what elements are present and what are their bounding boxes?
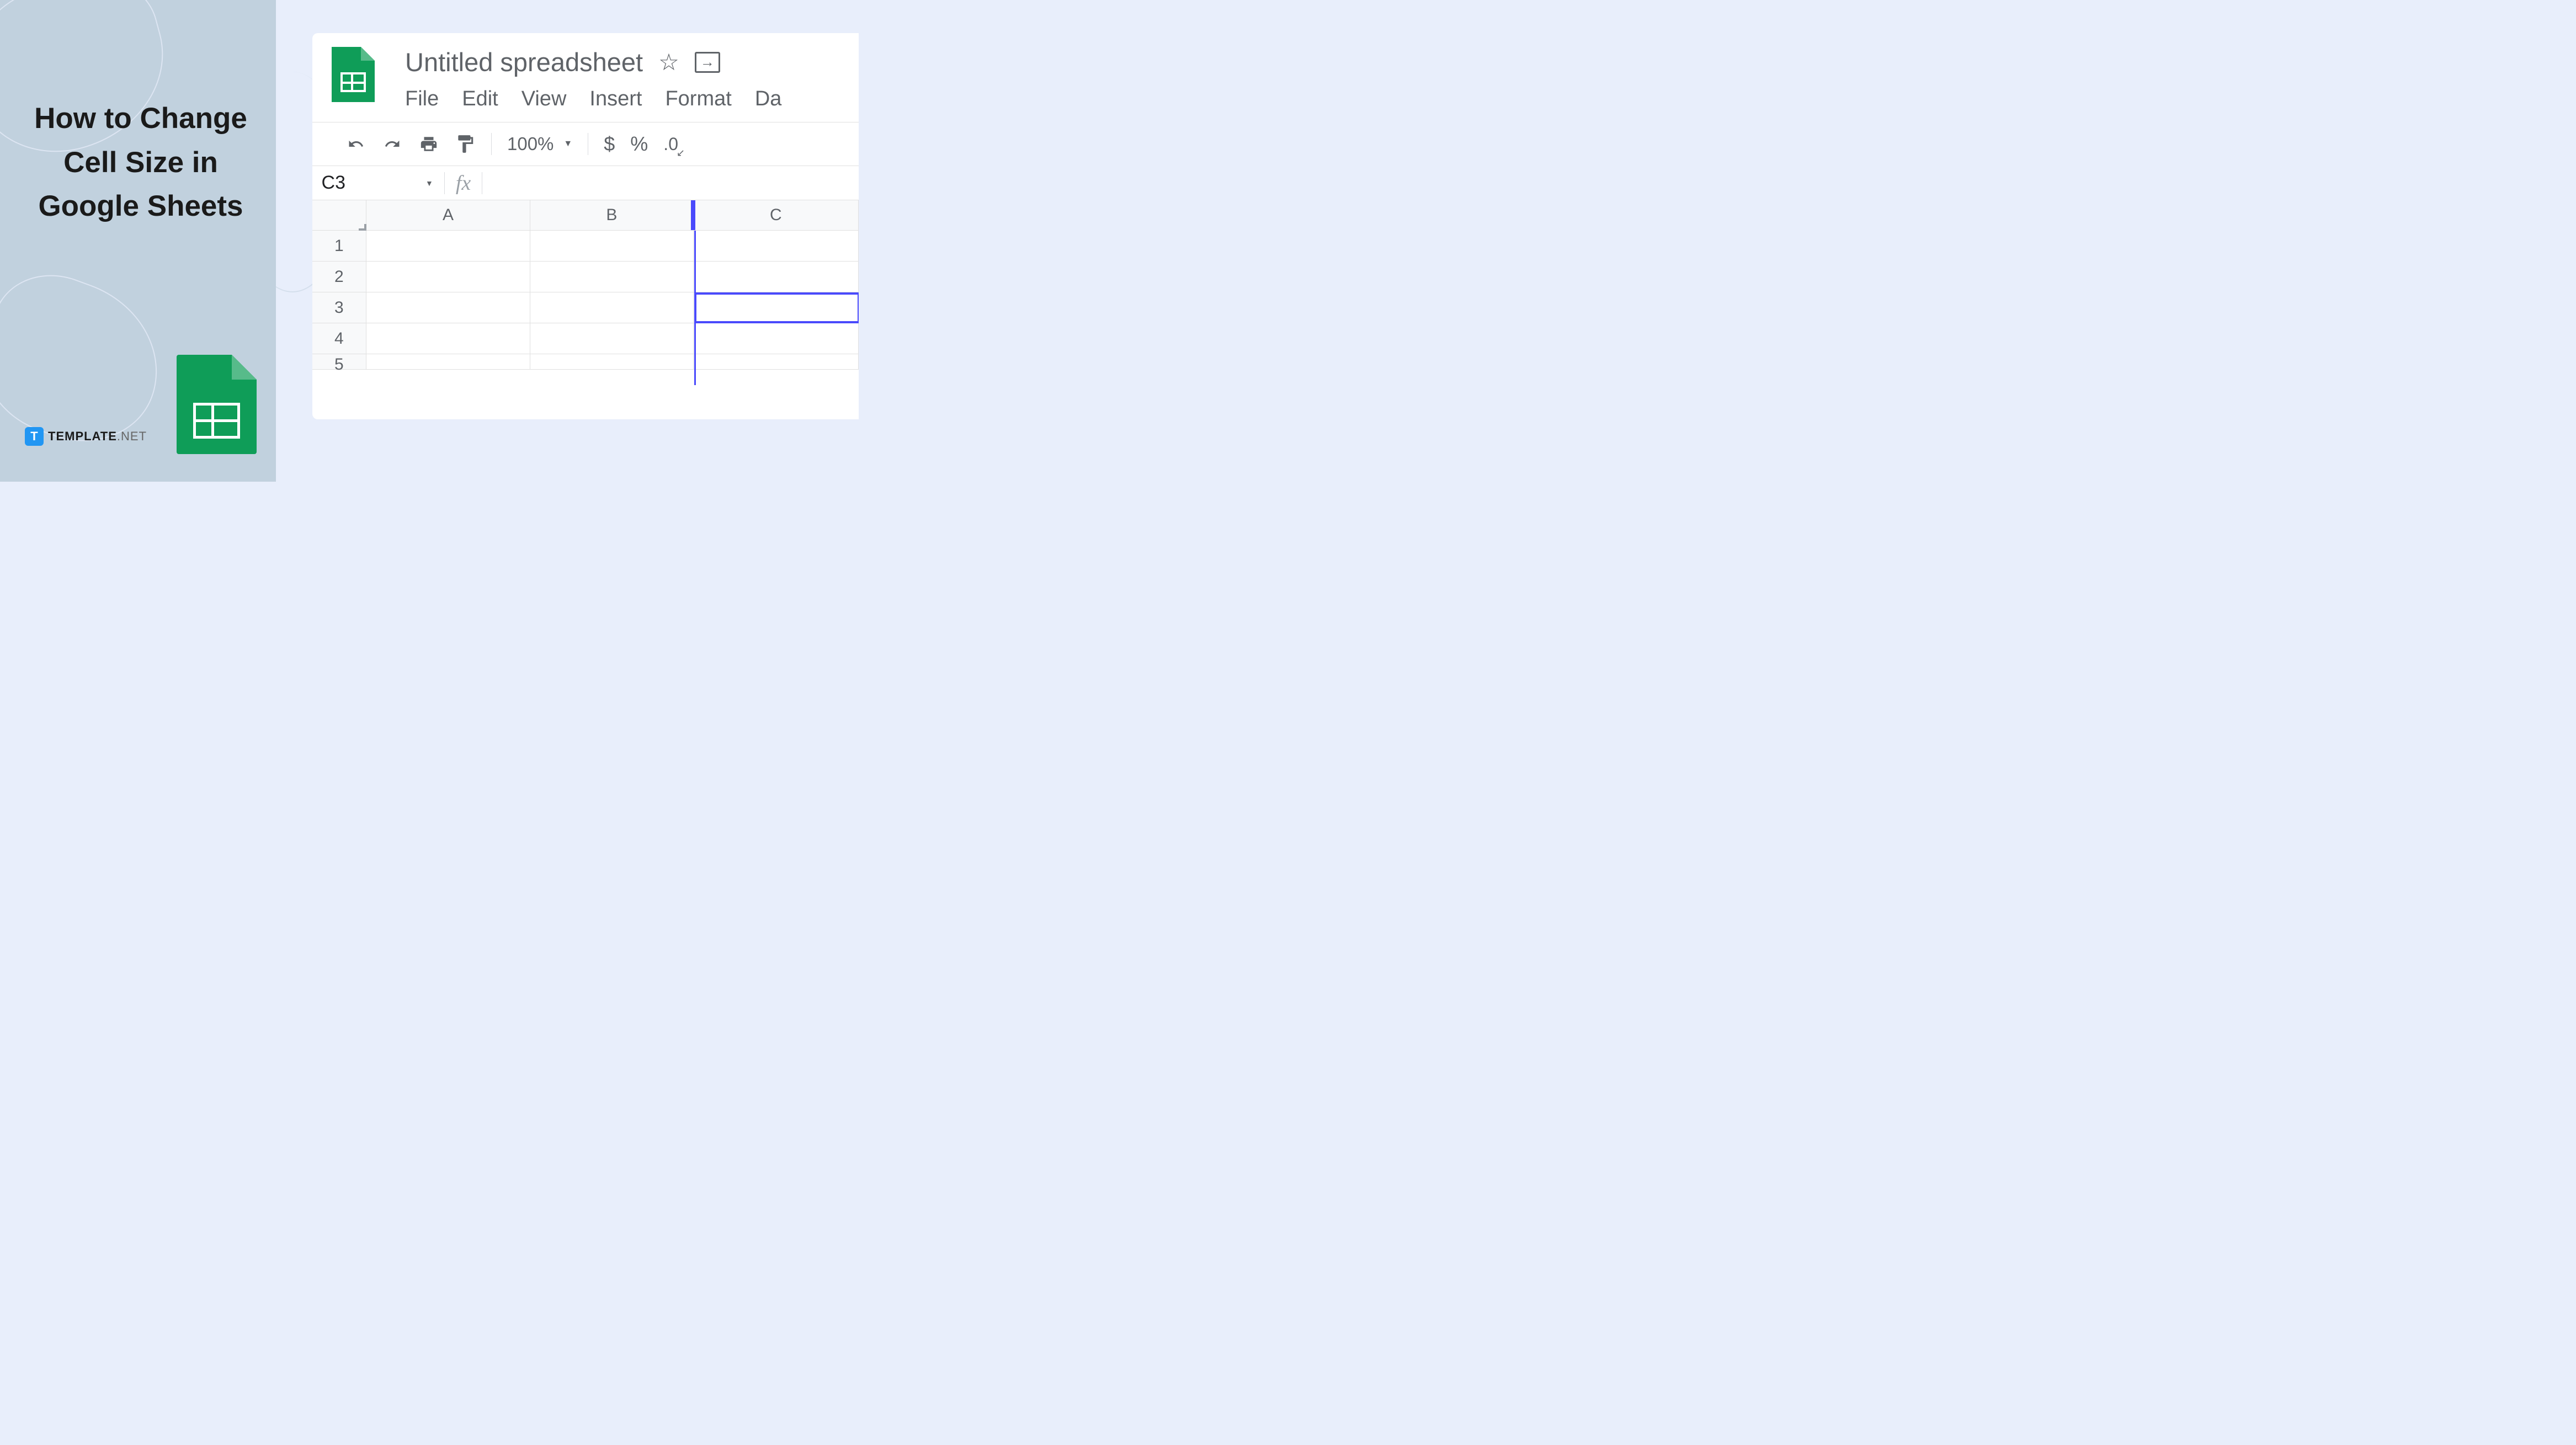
zoom-control[interactable]: 100% ▼ (507, 134, 572, 154)
menu-file[interactable]: File (405, 87, 439, 111)
cell-c4[interactable] (694, 323, 859, 354)
app-header: Untitled spreadsheet ☆ File Edit View In… (312, 33, 859, 111)
grid-row: 4 (312, 323, 859, 354)
toolbar-divider (491, 133, 492, 155)
redo-icon[interactable] (382, 136, 403, 152)
cell-c1[interactable] (694, 231, 859, 262)
menu-view[interactable]: View (521, 87, 567, 111)
menu-data[interactable]: Da (755, 87, 782, 111)
print-icon[interactable] (418, 135, 439, 153)
name-box-dropdown-icon[interactable]: ▼ (425, 179, 433, 188)
brand-suffix: .NET (117, 429, 147, 443)
row-header-5[interactable]: 5 (312, 354, 366, 370)
brand-icon: T (25, 427, 44, 446)
grid-row: 3 (312, 292, 859, 323)
grid-row: 1 (312, 231, 859, 262)
column-header-b[interactable]: B (530, 200, 693, 231)
resize-guide-line (694, 231, 696, 385)
cell-b5[interactable] (530, 354, 693, 370)
undo-icon[interactable] (345, 136, 366, 152)
paint-format-icon[interactable] (455, 134, 476, 154)
brand-name: TEMPLATE (48, 429, 117, 443)
zoom-value: 100% (507, 134, 553, 154)
grid-row: 2 (312, 262, 859, 292)
brand-text: TEMPLATE.NET (48, 429, 147, 444)
document-title[interactable]: Untitled spreadsheet (405, 47, 643, 77)
column-header-c[interactable]: C (694, 200, 859, 231)
select-all-corner[interactable] (312, 200, 366, 231)
cell-c3[interactable] (694, 292, 859, 323)
sheets-icon-large (177, 355, 257, 454)
sheets-app-icon[interactable] (332, 47, 375, 102)
cell-c5[interactable] (694, 354, 859, 370)
data-rows: 1 2 3 4 (312, 231, 859, 370)
divider (444, 172, 445, 194)
cell-a1[interactable] (366, 231, 530, 262)
row-header-3[interactable]: 3 (312, 292, 366, 323)
cell-a2[interactable] (366, 262, 530, 292)
column-header-a[interactable]: A (366, 200, 530, 231)
fx-label: fx (456, 171, 471, 195)
menu-bar: File Edit View Insert Format Da (405, 87, 859, 111)
title-row: Untitled spreadsheet ☆ (405, 47, 859, 77)
zoom-dropdown-icon: ▼ (563, 139, 572, 149)
percent-button[interactable]: % (630, 132, 648, 156)
star-icon[interactable]: ☆ (658, 49, 679, 76)
cell-c2[interactable] (694, 262, 859, 292)
cell-b3[interactable] (530, 292, 693, 323)
name-fx-row: C3 ▼ fx (312, 166, 859, 200)
column-resize-handle[interactable] (691, 200, 695, 230)
cell-a4[interactable] (366, 323, 530, 354)
app-window: Untitled spreadsheet ☆ File Edit View In… (312, 33, 859, 419)
move-icon[interactable] (695, 52, 720, 73)
cell-b4[interactable] (530, 323, 693, 354)
decrease-decimal-button[interactable]: .0 ↙ (663, 134, 678, 154)
row-header-4[interactable]: 4 (312, 323, 366, 354)
left-panel: How to Change Cell Size in Google Sheets… (0, 0, 276, 482)
grid-row: 5 (312, 354, 859, 370)
row-header-1[interactable]: 1 (312, 231, 366, 262)
cell-a5[interactable] (366, 354, 530, 370)
row-header-2[interactable]: 2 (312, 262, 366, 292)
page-title: How to Change Cell Size in Google Sheets (30, 97, 251, 228)
menu-edit[interactable]: Edit (462, 87, 498, 111)
menu-format[interactable]: Format (665, 87, 731, 111)
cell-a3[interactable] (366, 292, 530, 323)
name-box[interactable]: C3 (312, 172, 345, 194)
cell-b1[interactable] (530, 231, 693, 262)
brand-logo: T TEMPLATE.NET (25, 427, 147, 446)
spreadsheet-grid: A B C 1 2 3 (312, 200, 859, 370)
menu-insert[interactable]: Insert (589, 87, 642, 111)
cell-b2[interactable] (530, 262, 693, 292)
toolbar: 100% ▼ $ % .0 ↙ (312, 122, 859, 166)
currency-button[interactable]: $ (604, 132, 615, 156)
column-headers: A B C (312, 200, 859, 231)
